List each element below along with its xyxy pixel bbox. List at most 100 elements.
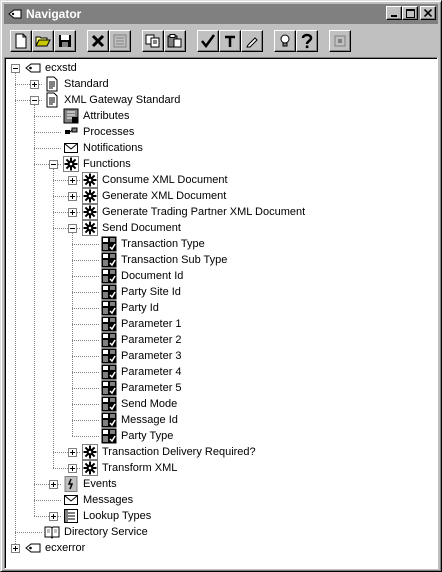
tree-node[interactable]: Directory Service [44,524,148,540]
gear-icon [82,172,98,188]
expand-toggle[interactable] [11,544,20,553]
delete-button[interactable] [87,30,109,52]
window-title: Navigator [26,7,82,21]
tree-node-label: Transaction Delivery Required? [102,446,256,458]
tree-connector [72,420,99,421]
tree-node[interactable]: Document Id [101,268,183,284]
tree-node-label: Transform XML [102,462,178,474]
properties-button[interactable] [109,30,131,52]
close-button[interactable] [420,6,436,20]
tree-node[interactable]: Send Document [82,220,181,236]
tree-node-label: Generate XML Document [102,190,227,202]
tree-node[interactable]: Messages [63,492,133,508]
tree-node[interactable]: Standard [44,76,109,92]
tree-node[interactable]: Processes [63,124,134,140]
verify-button[interactable] [197,30,219,52]
tree-node[interactable]: Parameter 2 [101,332,182,348]
collapse-toggle[interactable] [68,224,77,233]
expand-toggle[interactable] [49,512,58,521]
copy-button[interactable] [142,30,164,52]
tree-connector [72,276,99,277]
tree-node[interactable]: Attributes [63,108,129,124]
save-button[interactable] [54,30,76,52]
tree-node-label: Generate Trading Partner XML Document [102,206,306,218]
tree-node[interactable]: Transaction Delivery Required? [82,444,256,460]
tree-node[interactable]: XML Gateway Standard [44,92,180,108]
expand-toggle[interactable] [68,176,77,185]
expand-toggle[interactable] [68,192,77,201]
help-button[interactable] [296,30,318,52]
expand-toggle[interactable] [68,208,77,217]
tree-node[interactable]: Events [63,476,117,492]
tree-connector [72,292,99,293]
tree-node[interactable]: Notifications [63,140,143,156]
navigator-tree[interactable]: ecxstd Standard XML Gateway Standard Attrib… [4,57,438,569]
tree-node[interactable]: ecxstd [25,60,77,76]
tree-node[interactable]: Send Mode [101,396,177,412]
gear-icon [82,460,98,476]
tree-node[interactable]: Message Id [101,412,178,428]
attributes-icon [63,108,79,124]
envelope-icon [63,140,79,156]
tree-node[interactable]: Consume XML Document [82,172,228,188]
expand-toggle[interactable] [49,480,58,489]
tree-node-label: Message Id [121,414,178,426]
tree-node[interactable]: Parameter 3 [101,348,182,364]
tree-node-label: Parameter 1 [121,318,182,330]
tree-connector [72,372,99,373]
paste-button[interactable] [164,30,186,52]
hint-button[interactable] [274,30,296,52]
tree-node-label: Functions [83,158,131,170]
collapse-toggle[interactable] [49,160,58,169]
tree-connector [34,132,61,133]
collapse-toggle[interactable] [11,64,20,73]
tree-node[interactable]: Parameter 1 [101,316,182,332]
expand-toggle[interactable] [30,80,39,89]
title-bar[interactable]: Navigator [4,4,438,24]
attribute-icon [101,252,117,268]
tree-node[interactable]: Party Type [101,428,173,444]
tree-connector [72,324,99,325]
edit-button[interactable] [241,30,263,52]
expand-toggle[interactable] [68,464,77,473]
attribute-icon [101,316,117,332]
open-button[interactable] [32,30,54,52]
tree-connector [72,244,99,245]
tree-node[interactable]: Transaction Type [101,236,205,252]
tree-connector [72,308,99,309]
tree-node[interactable]: Transform XML [82,460,177,476]
tree-connector [72,232,73,436]
collapse-toggle[interactable] [30,96,39,105]
tree-node-label: Processes [83,126,135,138]
tree-node-label: Party Type [121,430,174,442]
tree-node[interactable]: Generate Trading Partner XML Document [82,204,305,220]
upload-arrow-icon [225,35,235,47]
tree-node-label: Party Site Id [121,286,181,298]
tree-node[interactable]: ecxerror [25,540,85,556]
tree-node-label: ecxerror [45,542,86,554]
tree-node[interactable]: Party Id [101,300,159,316]
stop-button[interactable] [329,30,351,52]
events-icon [63,476,79,492]
maximize-button[interactable] [402,6,418,20]
tree-node[interactable]: Party Site Id [101,284,181,300]
tree-node[interactable]: Transaction Sub Type [101,252,227,268]
new-button[interactable] [10,30,32,52]
gear-icon [82,204,98,220]
envelope-icon [63,492,79,508]
tree-connector [72,436,99,437]
tree-node[interactable]: Parameter 4 [101,364,182,380]
tree-connector [34,500,61,501]
tree-node[interactable]: Functions [63,156,131,172]
tree-node[interactable]: Generate XML Document [82,188,226,204]
tree-node-label: Lookup Types [83,510,152,522]
expand-toggle[interactable] [68,448,77,457]
new-document-icon [15,33,27,49]
item-type-icon [25,60,41,76]
upload-button[interactable] [219,30,241,52]
gear-icon [82,188,98,204]
tree-node[interactable]: Parameter 5 [101,380,182,396]
tree-node[interactable]: Lookup Types [63,508,151,524]
tree-node-label: ecxstd [45,62,77,74]
minimize-button[interactable] [386,6,402,20]
